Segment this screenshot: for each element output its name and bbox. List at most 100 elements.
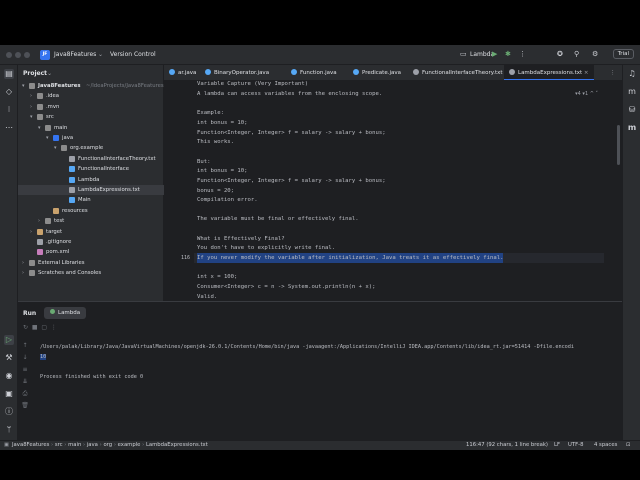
editor-tab-label: Function.java: [300, 70, 337, 76]
breadcrumb-item[interactable]: java: [87, 442, 98, 448]
notifications-icon[interactable]: ♫: [627, 69, 637, 79]
tree-item[interactable]: FunctionalInterfaceTheory.txt: [18, 154, 164, 164]
project-badge[interactable]: JF: [40, 50, 50, 60]
commit-tool-icon[interactable]: ◇: [4, 87, 14, 97]
more-actions-icon[interactable]: ⋮: [519, 50, 526, 58]
editor-tab[interactable]: LambdaExpressions.txt ×: [504, 65, 594, 80]
tree-item-label: External Libraries: [38, 259, 85, 266]
tree-item[interactable]: pom.xml: [18, 247, 164, 257]
indent-setting[interactable]: 4 spaces: [594, 442, 617, 448]
settings-gear-icon[interactable]: ⚙: [592, 50, 598, 58]
run-icon[interactable]: ▶: [492, 50, 497, 58]
project-name-dropdown[interactable]: Java8Features: [54, 51, 96, 58]
project-panel-title[interactable]: Project: [23, 70, 47, 77]
run-tool-icon[interactable]: ▷: [4, 335, 14, 345]
scroll-down-icon[interactable]: ↓: [20, 354, 30, 361]
tree-item[interactable]: .gitignore: [18, 237, 164, 247]
code-line: Valid.: [197, 293, 218, 300]
more-options-icon[interactable]: ⋮: [51, 324, 57, 331]
chevron-down-icon[interactable]: ⌄: [47, 70, 52, 77]
maven-icon[interactable]: m: [627, 87, 637, 97]
more-tools-icon[interactable]: ⋯: [4, 123, 14, 133]
chevron-right-icon[interactable]: ›: [38, 216, 40, 226]
clear-console-icon[interactable]: 🗑: [20, 402, 30, 409]
breadcrumb-item[interactable]: org: [103, 442, 112, 448]
tree-item[interactable]: ▾ org.example: [18, 143, 164, 153]
zoom-window-button[interactable]: [24, 52, 30, 58]
tree-item[interactable]: ▾ src: [18, 112, 164, 122]
project-tool-icon[interactable]: ▤: [4, 69, 14, 79]
line-separator[interactable]: LF: [554, 442, 560, 448]
inspection-widget[interactable]: ▾4 ▾1 ^ ˅: [575, 91, 598, 97]
breadcrumb-item[interactable]: src: [55, 442, 63, 448]
search-icon[interactable]: ⚲: [574, 50, 579, 58]
chevron-down-icon[interactable]: ▾: [30, 112, 33, 122]
close-tab-icon[interactable]: ×: [582, 70, 589, 76]
chevron-down-icon[interactable]: ▾: [54, 143, 57, 153]
run-tab-lambda[interactable]: Lambda: [44, 307, 87, 319]
tree-item[interactable]: › test: [18, 216, 164, 226]
tree-item[interactable]: Main: [18, 195, 164, 205]
git-tool-icon[interactable]: ᛘ: [4, 425, 14, 435]
tree-item[interactable]: Lambda: [18, 175, 164, 185]
editor-tab[interactable]: Function.java: [286, 65, 342, 80]
tree-item[interactable]: › .idea: [18, 91, 164, 101]
breadcrumb-item[interactable]: example: [118, 442, 141, 448]
lock-icon[interactable]: ⊡: [626, 442, 630, 448]
code-area[interactable]: Variable Capture (Very Important) A lambd…: [194, 81, 604, 301]
tree-item[interactable]: ▾ java: [18, 133, 164, 143]
rerun-icon[interactable]: ↻: [23, 324, 28, 331]
tree-item-path-hint: ~/IdeaProjects/Java8Features: [86, 83, 164, 89]
database-icon[interactable]: ⛁: [627, 105, 637, 115]
chevron-right-icon[interactable]: ›: [22, 258, 24, 268]
scroll-up-icon[interactable]: ↑: [20, 342, 30, 349]
editor-tab[interactable]: Predicate.java: [348, 65, 406, 80]
editor-tab[interactable]: BinaryOperator.java: [200, 65, 274, 80]
build-tool-icon[interactable]: ⚒: [4, 353, 14, 363]
chevron-down-icon[interactable]: ▾: [46, 133, 49, 143]
editor-tab[interactable]: ar.java: [164, 65, 201, 80]
tree-item[interactable]: LambdaExpressions.txt: [18, 185, 164, 195]
chevron-right-icon[interactable]: ›: [22, 268, 24, 278]
close-window-button[interactable]: [6, 52, 12, 58]
tree-item[interactable]: ▾ Java8Features ~/IdeaProjects/Java8Featur…: [18, 81, 164, 91]
tree-item[interactable]: › .mvn: [18, 102, 164, 112]
tree-item[interactable]: resources: [18, 206, 164, 216]
chevron-down-icon[interactable]: ▾: [38, 123, 41, 133]
run-config-dropdown[interactable]: Lambda: [470, 51, 494, 58]
problems-tool-icon[interactable]: ⓘ: [4, 407, 14, 417]
print-icon[interactable]: ⎙: [20, 390, 30, 398]
editor-scrollbar[interactable]: [617, 125, 620, 165]
vcs-widget-icon[interactable]: ▣: [4, 442, 9, 448]
scroll-to-end-icon[interactable]: ⇊: [20, 378, 30, 385]
restore-layout-icon[interactable]: ▢: [41, 324, 47, 331]
tab-list-icon[interactable]: ⋮: [610, 65, 616, 80]
breadcrumb-item[interactable]: LambdaExpressions.txt: [146, 442, 208, 448]
debug-icon[interactable]: ✱: [505, 50, 511, 58]
tree-item[interactable]: › External Libraries: [18, 258, 164, 268]
tree-item[interactable]: › Scratches and Consoles: [18, 268, 164, 278]
tree-item[interactable]: ▾ main: [18, 123, 164, 133]
caret-position[interactable]: 116:47 (92 chars, 1 line break): [466, 442, 548, 448]
soft-wrap-icon[interactable]: ≡: [20, 366, 30, 373]
file-encoding[interactable]: UTF-8: [568, 442, 583, 448]
editor-tab[interactable]: FunctionalInterfaceTheory.txt: [408, 65, 508, 80]
chevron-right-icon[interactable]: ›: [30, 91, 32, 101]
trial-button[interactable]: Trial: [612, 49, 634, 59]
version-control-dropdown[interactable]: Version Control: [110, 51, 156, 58]
chevron-right-icon[interactable]: ›: [30, 227, 32, 237]
tree-item[interactable]: FunctionalInterface: [18, 164, 164, 174]
tree-item[interactable]: › target: [18, 227, 164, 237]
structure-tool-icon[interactable]: ⁝: [4, 105, 14, 115]
code-line: A lambda can access variables from the e…: [197, 91, 383, 97]
ai-assistant-icon[interactable]: ✪: [557, 50, 563, 58]
chevron-right-icon[interactable]: ›: [30, 102, 32, 112]
chevron-down-icon[interactable]: ▾: [22, 81, 25, 91]
minimize-window-button[interactable]: [15, 52, 21, 58]
stop-icon[interactable]: ■: [32, 324, 38, 331]
maven-tool-icon[interactable]: m: [627, 123, 637, 133]
terminal-tool-icon[interactable]: ▣: [4, 389, 14, 399]
breadcrumb-item[interactable]: Java8Features: [12, 442, 49, 448]
breadcrumb-item[interactable]: main: [68, 442, 81, 448]
services-tool-icon[interactable]: ◉: [4, 371, 14, 381]
